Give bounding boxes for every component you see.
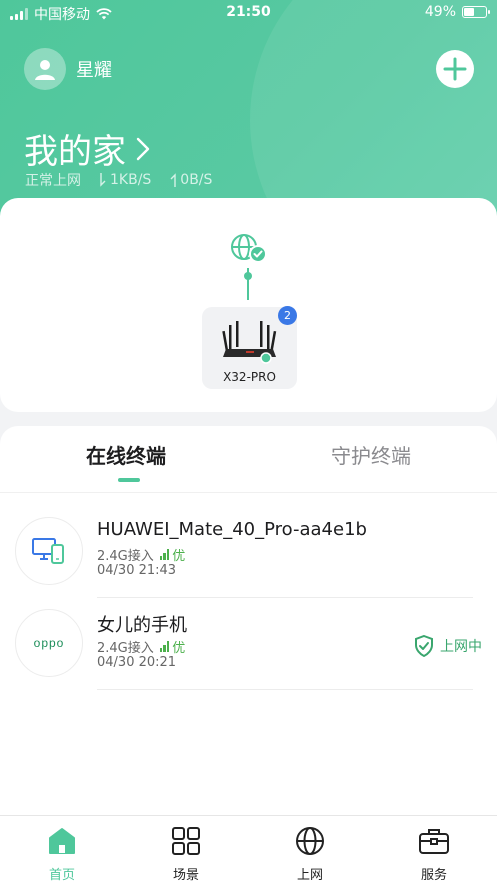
divider: [97, 597, 473, 598]
plus-icon: [443, 57, 467, 81]
nav-service[interactable]: 服务: [394, 824, 474, 883]
device-connection: 2.4G接入 优: [97, 637, 185, 656]
device-name: 女儿的手机: [97, 615, 187, 636]
nav-scene[interactable]: 场景: [146, 824, 226, 883]
grid-icon: [172, 827, 200, 855]
upload-arrow-icon: [170, 173, 176, 187]
signal-quality: 优: [159, 545, 185, 564]
oppo-logo-icon: oppo: [33, 636, 65, 650]
status-text: 正常上网: [25, 173, 81, 189]
download-arrow-icon: [100, 173, 106, 187]
user-icon: [35, 60, 55, 80]
add-button[interactable]: [436, 50, 474, 88]
device-band: 2.4G接入: [97, 549, 154, 564]
device-connection: 2.4G接入 优: [97, 545, 185, 564]
download-speed: 1KB/S: [99, 170, 151, 190]
user-profile[interactable]: 星耀: [24, 48, 112, 90]
device-item[interactable]: HUAWEI_Mate_40_Pro-aa4e1b 2.4G接入 优 04/30…: [0, 517, 497, 609]
device-time: 04/30 21:43: [97, 563, 177, 578]
home-title[interactable]: 我的家: [24, 124, 152, 173]
signal-bars-icon: [159, 641, 170, 652]
router-name: X32-PRO: [223, 370, 276, 384]
device-icon-circle: oppo: [15, 609, 83, 677]
clock: 21:50: [226, 4, 271, 20]
home-title-label: 我的家: [24, 132, 126, 172]
connection-dot: [244, 272, 252, 280]
status-bar: 中国移动 21:50 49%: [0, 0, 497, 26]
avatar[interactable]: [24, 48, 66, 90]
device-band: 2.4G接入: [97, 641, 154, 656]
divider: [0, 492, 497, 493]
tab-online-devices[interactable]: 在线终端: [86, 440, 166, 469]
user-name: 星耀: [76, 60, 112, 81]
network-status: 正常上网 1KB/S 0B/S: [25, 170, 212, 190]
device-time: 04/30 20:21: [97, 655, 177, 670]
globe-check-icon: [231, 234, 267, 263]
divider: [97, 689, 473, 690]
nav-internet[interactable]: 上网: [270, 824, 350, 883]
online-status-badge: 上网中: [414, 635, 482, 657]
router-badge: 2: [278, 306, 297, 325]
home-icon: [49, 828, 75, 854]
signal-bars-icon: [159, 549, 170, 560]
battery-icon: [462, 6, 490, 18]
device-item[interactable]: oppo 女儿的手机 2.4G接入 优 04/30 20:21 上网中: [0, 609, 497, 701]
device-name: HUAWEI_Mate_40_Pro-aa4e1b: [97, 519, 367, 540]
signal-quality: 优: [159, 637, 185, 656]
battery-percent: 49%: [424, 4, 456, 20]
bottom-nav: 首页 场景 上网 服务: [0, 815, 497, 883]
chevron-right-icon: [136, 137, 150, 160]
briefcase-icon: [419, 829, 449, 854]
computer-phone-icon: [32, 538, 64, 564]
device-icon-circle: [15, 517, 83, 585]
shield-check-icon: [415, 635, 433, 657]
upload-speed: 0B/S: [169, 170, 212, 190]
internet-node[interactable]: [228, 232, 268, 270]
tab-indicator: [118, 478, 140, 482]
globe-icon: [296, 827, 324, 855]
tab-guarded-devices[interactable]: 守护终端: [331, 440, 411, 469]
nav-home[interactable]: 首页: [22, 824, 102, 883]
